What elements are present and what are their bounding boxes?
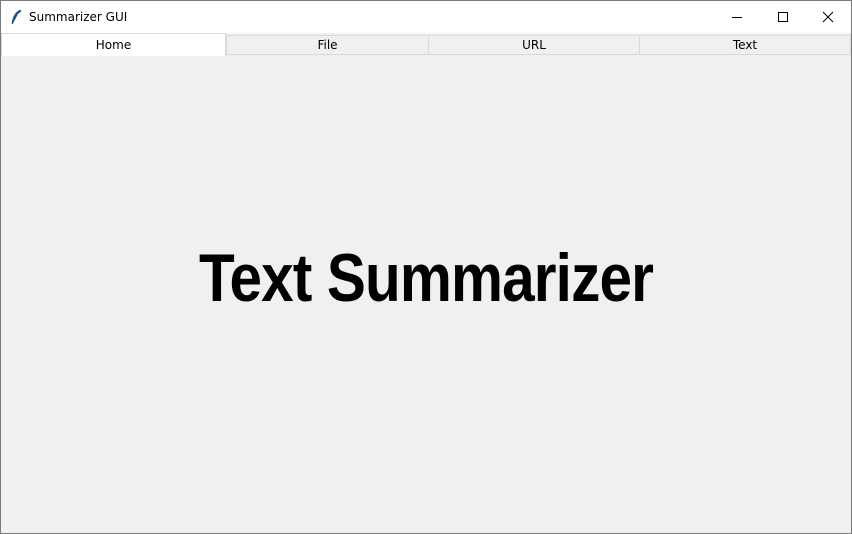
title-bar[interactable]: Summarizer GUI	[1, 1, 851, 33]
tab-file[interactable]: File	[226, 35, 429, 55]
feather-icon	[9, 9, 23, 25]
app-heading: Text Summarizer	[198, 240, 654, 316]
maximize-icon	[777, 8, 789, 27]
tab-url[interactable]: URL	[428, 35, 640, 55]
tab-home[interactable]: Home	[1, 33, 226, 56]
tab-text[interactable]: Text	[639, 35, 851, 55]
app-window: Summarizer GUI Home File URL Text Text S…	[0, 0, 852, 534]
maximize-button[interactable]	[760, 1, 806, 33]
home-panel: Text Summarizer	[1, 56, 851, 533]
minimize-button[interactable]	[714, 1, 760, 33]
window-title: Summarizer GUI	[29, 10, 128, 24]
close-icon	[822, 8, 834, 27]
tab-bar: Home File URL Text	[1, 33, 851, 56]
close-button[interactable]	[805, 1, 851, 33]
minimize-icon	[731, 8, 743, 27]
